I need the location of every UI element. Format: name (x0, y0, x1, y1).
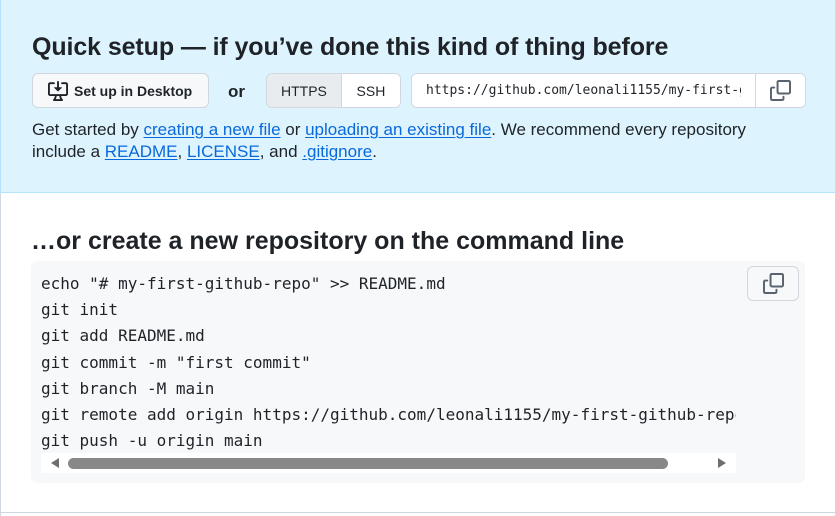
help-text-5: , and (259, 142, 303, 161)
protocol-toggle: HTTPS SSH (266, 73, 401, 108)
code-line: git add README.md (41, 326, 205, 346)
quick-setup-title: Quick setup — if you’ve done this kind o… (32, 33, 669, 61)
help-text-6: . (372, 142, 377, 161)
scrollbar-thumb[interactable] (68, 458, 668, 469)
copy-icon (762, 273, 784, 294)
or-label: or (228, 82, 245, 101)
command-line-title: …or create a new repository on the comma… (31, 227, 625, 255)
clone-url-group (411, 73, 806, 108)
code-lines[interactable]: echo "# my-first-github-repo" >> README.… (41, 271, 736, 454)
code-line: git branch -M main (41, 378, 215, 398)
copy-icon (770, 80, 792, 101)
ssh-tab[interactable]: SSH (341, 74, 400, 107)
setup-in-desktop-button[interactable]: Set up in Desktop (32, 73, 209, 108)
gitignore-link[interactable]: .gitignore (302, 142, 372, 161)
section-divider (0, 512, 836, 513)
create-new-file-link[interactable]: creating a new file (144, 120, 281, 139)
upload-existing-file-link[interactable]: uploading an existing file (305, 120, 491, 139)
code-line: git commit -m "first commit" (41, 352, 311, 372)
help-text-1: Get started by (32, 120, 144, 139)
command-line-code-block: echo "# my-first-github-repo" >> README.… (31, 261, 805, 483)
help-text-4: , (177, 142, 187, 161)
copy-commands-button[interactable] (747, 266, 799, 301)
license-link[interactable]: LICENSE (187, 142, 260, 161)
scroll-right-arrow-icon[interactable] (718, 458, 726, 468)
desktop-download-icon (48, 80, 68, 101)
scroll-left-arrow-icon[interactable] (51, 458, 59, 468)
readme-link[interactable]: README (105, 142, 178, 161)
copy-url-button[interactable] (755, 74, 805, 107)
code-line: echo "# my-first-github-repo" >> README.… (41, 274, 446, 293)
code-line: git push -u origin main (41, 431, 263, 451)
quick-setup-panel: Quick setup — if you’ve done this kind o… (0, 0, 836, 193)
code-line: git remote add origin https://github.com… (41, 405, 736, 425)
horizontal-scrollbar[interactable] (41, 453, 736, 473)
getting-started-text: Get started by creating a new file or up… (32, 119, 792, 163)
clone-url-input[interactable] (412, 74, 756, 107)
https-tab[interactable]: HTTPS (267, 74, 342, 107)
code-line: git init (41, 300, 119, 320)
setup-in-desktop-label: Set up in Desktop (74, 82, 193, 99)
help-text-2: or (280, 120, 306, 139)
